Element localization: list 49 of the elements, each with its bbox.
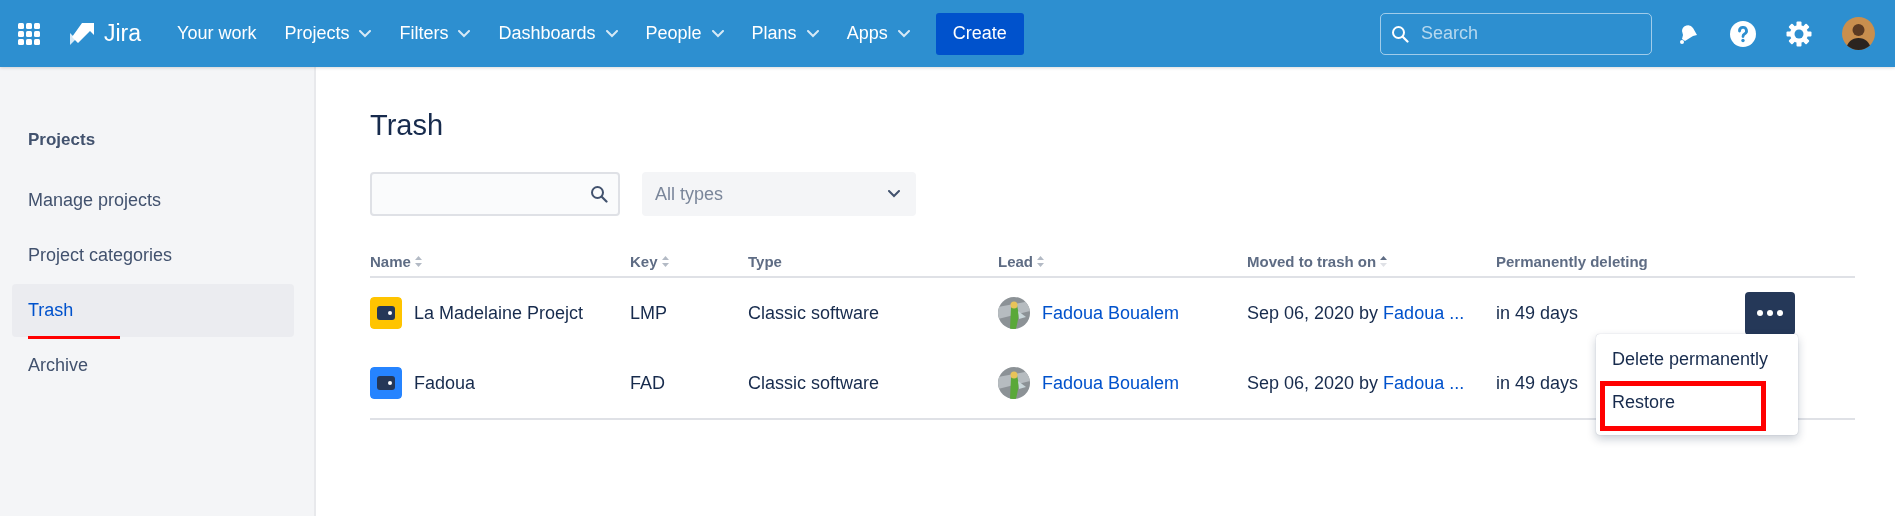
nav-menu-item[interactable]: Dashboards: [484, 15, 632, 52]
settings-icon[interactable]: [1786, 20, 1812, 47]
column-header[interactable]: Moved to trash on: [1247, 252, 1377, 270]
user-link[interactable]: Fadoua ...: [1383, 372, 1465, 394]
user-link[interactable]: Fadoua ...: [1383, 302, 1465, 324]
sidebar-heading: Projects: [27, 129, 97, 151]
project-name: Fadoua: [414, 372, 476, 394]
nav-menu-item[interactable]: Your work: [163, 15, 271, 52]
nav-menu-item[interactable]: Apps: [832, 15, 924, 52]
type-dropdown[interactable]: All types: [642, 172, 916, 216]
sidebar-item[interactable]: Manage projects: [12, 174, 294, 227]
search-field[interactable]: [370, 172, 620, 216]
create-button[interactable]: Create: [935, 12, 1024, 55]
lead-link[interactable]: Fadoua Boualem: [1042, 302, 1180, 324]
lead-link[interactable]: Fadoua Boualem: [1042, 372, 1180, 394]
column-header[interactable]: Name: [370, 252, 411, 270]
help-icon[interactable]: [1730, 20, 1756, 47]
column-header: Permanently deleting: [1496, 252, 1648, 270]
sidebar-item[interactable]: Archive: [12, 339, 294, 392]
nav-menu-item[interactable]: Projects: [270, 15, 386, 52]
project-name: La Madelaine Proejct: [414, 302, 584, 324]
more-actions-button[interactable]: [1745, 291, 1795, 335]
app-grid-icon[interactable]: [18, 22, 40, 45]
trash-date: Sep 06, 2020 by: [1247, 372, 1379, 394]
menu-item[interactable]: Delete permanently: [1596, 338, 1798, 381]
deletion-countdown: in 49 days: [1496, 302, 1579, 324]
column-header: Type: [748, 252, 782, 270]
search-icon: [590, 185, 608, 203]
nav-menu-item[interactable]: People: [631, 15, 738, 52]
project-key: FAD: [630, 372, 665, 394]
trash-date: Sep 06, 2020 by: [1247, 302, 1379, 324]
deletion-countdown: in 49 days: [1496, 372, 1579, 394]
logo-icon: [68, 20, 96, 47]
sidebar-item[interactable]: Project categories: [12, 229, 294, 282]
search-icon: [1391, 24, 1409, 43]
product-name: Jira: [104, 20, 142, 47]
page-title: Trash: [370, 109, 444, 142]
column-header[interactable]: Lead: [998, 252, 1033, 270]
project-key: LMP: [630, 302, 667, 324]
nav-menu-item[interactable]: Filters: [385, 15, 485, 52]
avatar-icon[interactable]: [1842, 17, 1875, 50]
sidebar-item[interactable]: Trash: [12, 284, 294, 337]
project-type: Classic software: [748, 372, 880, 394]
sort-icon[interactable]: [1379, 254, 1389, 268]
column-header[interactable]: Key: [630, 252, 658, 270]
project-type: Classic software: [748, 302, 880, 324]
chevron-down-icon: [888, 190, 900, 198]
menu-item[interactable]: Restore: [1600, 381, 1766, 431]
nav-menu-item[interactable]: Plans: [737, 15, 833, 52]
